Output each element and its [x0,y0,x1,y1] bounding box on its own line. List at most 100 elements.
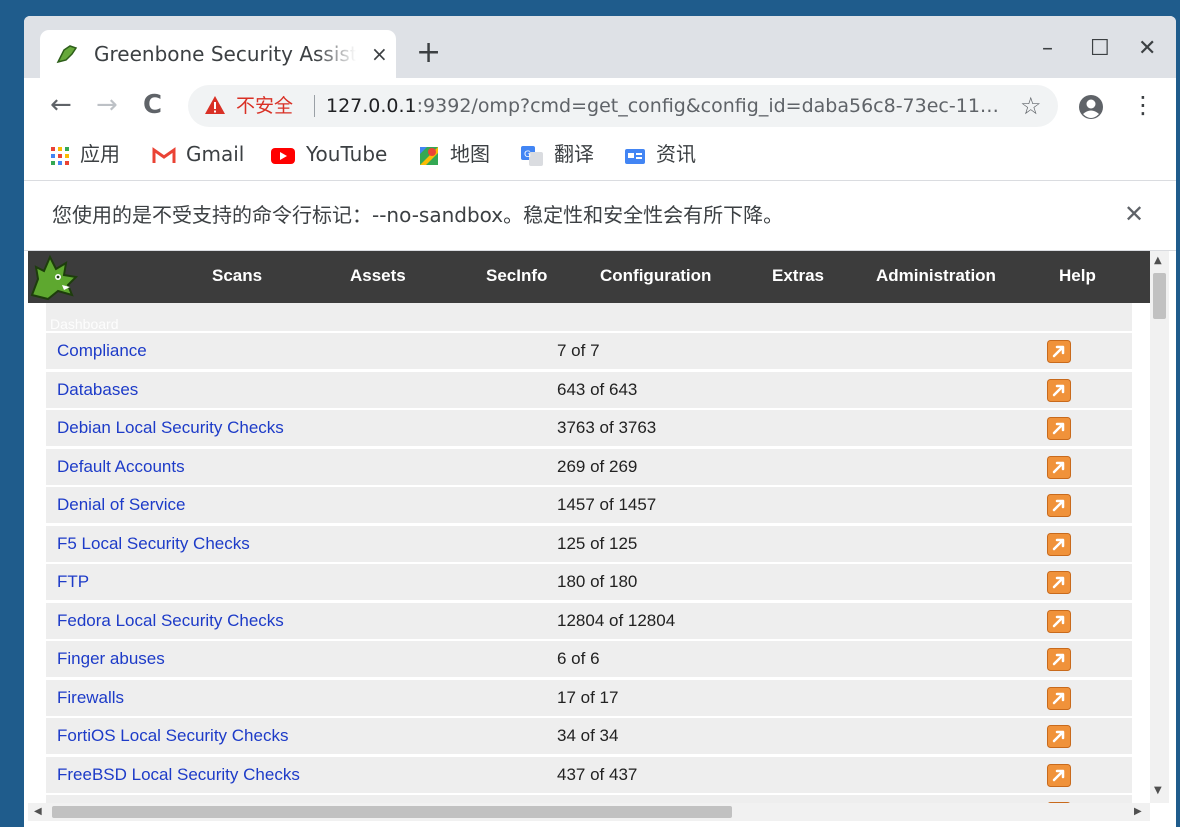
bookmarks-bar: 应用 Gmail YouTube 地图 G 翻译 资讯 [24,134,1176,181]
url-text[interactable]: 127.0.0.1:9392/omp?cmd=get_config&config… [326,93,1006,119]
action-cell [1040,525,1132,562]
nvt-count: 180 of 180 [557,572,638,591]
edit-family-icon[interactable] [1047,609,1071,633]
tab-title: Greenbone Security Assistant [94,42,356,66]
action-cell [1040,602,1132,639]
family-link[interactable]: Fedora Local Security Checks [57,611,284,631]
bookmark-label: 翻译 [554,142,594,166]
family-cell: F5 Local Security Checks [46,525,546,562]
address-bar[interactable]: 不安全 127.0.0.1:9392/omp?cmd=get_config&co… [188,85,1058,127]
nav-extras[interactable]: Extras [772,266,824,286]
nvt-count: 125 of 125 [557,533,638,553]
family-cell: Fedora Local Security Checks [46,602,546,639]
action-cell [1040,641,1132,677]
edit-family-icon[interactable] [1047,571,1071,594]
bookmark-news[interactable]: 资讯 [624,141,696,167]
minimize-button[interactable]: – [1042,38,1053,60]
action-cell [1040,564,1132,600]
count-cell: 17 of 17 [550,679,1036,716]
edit-family-icon[interactable] [1047,725,1071,748]
action-cell [1040,448,1132,485]
nav-assets[interactable]: Assets [350,266,406,286]
edit-family-icon[interactable] [1047,686,1071,710]
bookmark-maps[interactable]: 地图 [418,141,490,167]
family-link[interactable]: FTP [57,572,89,592]
family-link[interactable]: Default Accounts [57,457,185,477]
family-cell: Compliance [46,333,546,369]
edit-family-icon[interactable] [1047,340,1071,363]
horizontal-scroll-thumb[interactable] [52,806,732,818]
nvt-count: 17 of 17 [557,687,619,707]
nav-configuration[interactable]: Configuration [600,266,711,286]
family-link[interactable]: Debian Local Security Checks [57,418,284,438]
browser-toolbar: ← → C 不安全 127.0.0.1:9392/omp?cmd=get_con… [24,78,1176,134]
family-link[interactable]: Firewalls [57,688,124,708]
nav-administration[interactable]: Administration [876,266,996,286]
greenbone-logo-icon[interactable] [28,251,80,303]
family-link[interactable]: Compliance [57,341,147,361]
nvt-count: 269 of 269 [557,456,638,476]
scroll-down-arrow-icon[interactable]: ▼ [1154,785,1162,797]
family-cell: Default Accounts [46,448,546,485]
action-cell [1040,333,1132,369]
nav-secinfo[interactable]: SecInfo [486,266,547,286]
scroll-right-arrow-icon[interactable]: ▶ [1134,806,1142,818]
window-close-button[interactable]: ✕ [1138,38,1156,60]
browser-menu-icon[interactable]: ⋮ [1131,90,1155,120]
vertical-scrollbar[interactable]: ▲ ▼ [1150,251,1169,803]
count-cell: 6 of 6 [550,641,1036,677]
bookmark-translate[interactable]: G 翻译 [520,141,594,167]
edit-family-icon[interactable] [1047,802,1071,803]
count-cell: 7 of 7 [550,333,1036,369]
family-cell: Gain a shell remotely [46,795,546,803]
browser-tab[interactable]: Greenbone Security Assistant × [40,30,396,78]
action-cell [1040,679,1132,716]
maximize-button[interactable]: ☐ [1090,38,1110,60]
insecure-label[interactable]: 不安全 [236,93,293,119]
edit-family-icon[interactable] [1047,763,1071,787]
profile-avatar-icon[interactable] [1078,94,1104,120]
scroll-left-arrow-icon[interactable]: ◀ [34,806,42,818]
family-link[interactable]: Denial of Service [57,495,186,515]
gsa-main-nav: Scans Assets SecInfo Configuration Extra… [28,251,1150,303]
bookmark-apps[interactable]: 应用 [50,141,120,167]
table-row: Default Accounts 269 of 269 [46,448,1132,485]
table-row: Firewalls 17 of 17 [46,679,1132,716]
action-cell [1040,487,1132,523]
action-cell [1040,718,1132,754]
family-link[interactable]: FortiOS Local Security Checks [57,726,288,746]
edit-family-icon[interactable] [1047,494,1071,517]
table-row: Fedora Local Security Checks 12804 of 128… [46,602,1132,639]
dashboard-dropdown-label[interactable]: Dashboard [50,316,119,332]
family-link[interactable]: Finger abuses [57,649,165,669]
edit-family-icon[interactable] [1047,455,1071,479]
family-link[interactable]: FreeBSD Local Security Checks [57,765,300,785]
horizontal-scrollbar[interactable]: ◀ ▶ [28,803,1150,821]
table-row: Compliance 7 of 7 [46,333,1132,369]
nav-scans[interactable]: Scans [212,266,262,286]
nav-help[interactable]: Help [1059,266,1096,286]
nvt-count: 3763 of 3763 [557,418,657,437]
new-tab-button[interactable]: + [416,38,441,68]
svg-text:G: G [524,150,531,160]
table-row: Gain a shell remotely 105 of 105 [46,795,1132,803]
bookmark-youtube[interactable]: YouTube [270,141,387,167]
back-button[interactable]: ← [50,90,72,120]
vertical-scroll-thumb[interactable] [1153,273,1166,319]
edit-family-icon[interactable] [1047,417,1071,440]
reload-button[interactable]: C [143,90,162,120]
family-link[interactable]: Databases [57,380,138,400]
bookmark-gmail[interactable]: Gmail [152,141,244,167]
scroll-up-arrow-icon[interactable]: ▲ [1154,255,1162,267]
bookmark-star-icon[interactable]: ☆ [1020,91,1042,121]
tab-close-icon[interactable]: × [371,42,388,66]
family-cell: Firewalls [46,679,546,716]
count-cell: 3763 of 3763 [550,410,1036,446]
family-link[interactable]: F5 Local Security Checks [57,534,250,554]
table-row: Denial of Service 1457 of 1457 [46,487,1132,523]
forward-button[interactable]: → [96,90,118,120]
infobar-close-icon[interactable]: ✕ [1124,199,1144,229]
edit-family-icon[interactable] [1047,648,1071,671]
edit-family-icon[interactable] [1047,378,1071,402]
edit-family-icon[interactable] [1047,532,1071,556]
